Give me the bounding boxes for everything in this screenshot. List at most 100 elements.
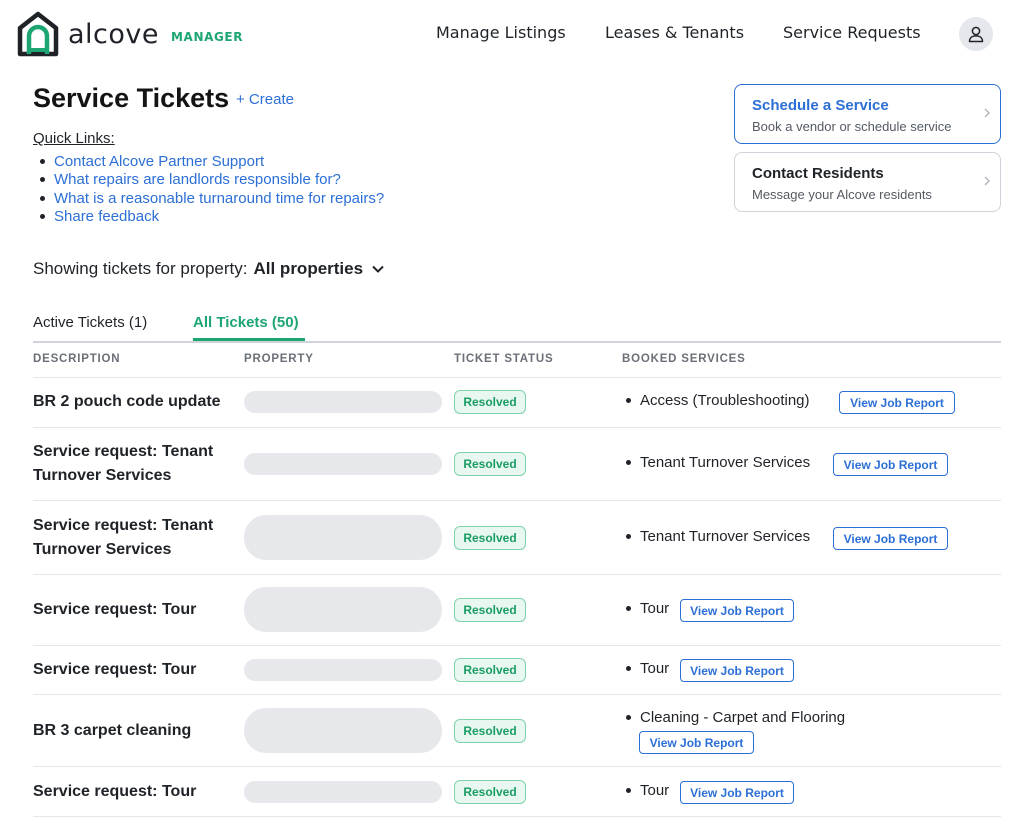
contact-residents-subtitle: Message your Alcove residents xyxy=(752,187,932,202)
property-filter-dropdown[interactable]: Showing tickets for property: All proper… xyxy=(33,259,385,279)
quick-links-list: Contact Alcove Partner Support What repa… xyxy=(40,152,384,226)
house-logo-icon xyxy=(17,11,59,57)
booked-service-label: Tour xyxy=(640,782,670,799)
bullet-icon xyxy=(626,666,631,671)
ticket-description[interactable]: Service request: Tour xyxy=(33,780,233,804)
bullet-icon xyxy=(40,177,45,183)
row-divider xyxy=(33,427,1001,428)
quick-link-item: Share feedback xyxy=(40,208,384,227)
nav-service-requests[interactable]: Service Requests xyxy=(783,23,921,42)
bullet-icon xyxy=(626,534,631,539)
bullet-icon xyxy=(626,715,631,720)
status-badge: Resolved xyxy=(454,780,526,804)
ticket-description[interactable]: BR 2 pouch code update xyxy=(33,390,233,414)
booked-service-label: Cleaning - Carpet and Flooring xyxy=(640,709,846,726)
quick-link-share-feedback[interactable]: Share feedback xyxy=(54,208,159,225)
status-badge: Resolved xyxy=(454,658,526,682)
quick-link-item: What is a reasonable turnaround time for… xyxy=(40,189,384,208)
view-job-report-button[interactable]: View Job Report xyxy=(839,391,955,414)
status-badge: Resolved xyxy=(454,598,526,622)
status-badge: Resolved xyxy=(454,719,526,743)
column-header-ticket-status: TICKET STATUS xyxy=(454,353,554,365)
booked-service: Cleaning - Carpet and Flooring xyxy=(626,709,845,726)
booked-service-label: Tour xyxy=(640,660,670,677)
booked-service-label: Tenant Turnover Services xyxy=(640,454,811,471)
bullet-icon xyxy=(626,398,631,403)
chevron-right-icon xyxy=(984,108,990,118)
view-job-report-button[interactable]: View Job Report xyxy=(680,599,794,622)
nav-leases-tenants[interactable]: Leases & Tenants xyxy=(605,23,744,42)
schedule-service-subtitle: Book a vendor or schedule service xyxy=(752,119,952,134)
property-placeholder xyxy=(244,708,442,753)
booked-service-label: Tour xyxy=(640,600,670,617)
logo-manager-label: MANAGER xyxy=(171,29,244,44)
top-header: alcove MANAGER Manage Listings Leases & … xyxy=(0,0,1035,70)
booked-service: Access (Troubleshooting) xyxy=(626,392,810,409)
user-icon xyxy=(968,26,984,43)
booked-service: Tour xyxy=(626,660,669,677)
property-placeholder xyxy=(244,587,442,632)
tab-all-tickets[interactable]: All Tickets (50) xyxy=(193,314,299,331)
alcove-logo[interactable]: alcove MANAGER xyxy=(16,10,243,58)
tabs-divider xyxy=(33,341,1001,343)
property-placeholder xyxy=(244,453,442,475)
quick-link-item: What repairs are landlords responsible f… xyxy=(40,171,384,190)
booked-service-label: Access (Troubleshooting) xyxy=(640,392,810,409)
booked-service: Tour xyxy=(626,782,669,799)
row-divider xyxy=(33,694,1001,695)
bullet-icon xyxy=(40,214,45,220)
schedule-service-title: Schedule a Service xyxy=(752,97,889,114)
chevron-down-icon xyxy=(372,265,384,273)
property-placeholder xyxy=(244,391,442,413)
row-divider xyxy=(33,645,1001,646)
column-header-description: DESCRIPTION xyxy=(33,353,121,365)
header-divider xyxy=(33,377,1001,378)
active-tab-indicator xyxy=(193,338,305,341)
property-placeholder xyxy=(244,659,442,681)
quick-link-landlord-repairs[interactable]: What repairs are landlords responsible f… xyxy=(54,171,341,188)
ticket-description[interactable]: Service request: Tour xyxy=(33,658,233,682)
column-header-property: PROPERTY xyxy=(244,353,314,365)
chevron-right-icon xyxy=(984,176,990,186)
tab-active-tickets[interactable]: Active Tickets (1) xyxy=(33,314,147,331)
row-divider xyxy=(33,500,1001,501)
quick-link-turnaround-time[interactable]: What is a reasonable turnaround time for… xyxy=(54,190,384,207)
view-job-report-button[interactable]: View Job Report xyxy=(680,659,794,682)
view-job-report-button[interactable]: View Job Report xyxy=(680,781,794,804)
property-placeholder xyxy=(244,781,442,803)
property-filter-value: All properties xyxy=(253,259,364,278)
row-divider xyxy=(33,766,1001,767)
contact-residents-card[interactable]: Contact Residents Message your Alcove re… xyxy=(734,152,1001,212)
bullet-icon xyxy=(40,158,45,164)
ticket-description[interactable]: Service request: Tenant Turnover Service… xyxy=(33,514,233,562)
nav-manage-listings[interactable]: Manage Listings xyxy=(436,23,566,42)
ticket-description[interactable]: BR 3 carpet cleaning xyxy=(33,719,233,743)
view-job-report-button[interactable]: View Job Report xyxy=(833,527,948,550)
bullet-icon xyxy=(626,460,631,465)
view-job-report-button[interactable]: View Job Report xyxy=(639,731,754,754)
contact-residents-title: Contact Residents xyxy=(752,165,884,182)
booked-service: Tour xyxy=(626,600,669,617)
property-filter-label: Showing tickets for property: xyxy=(33,259,248,278)
quick-links-title: Quick Links: xyxy=(33,130,115,147)
avatar[interactable] xyxy=(959,17,993,51)
ticket-description[interactable]: Service request: Tour xyxy=(33,598,233,622)
page-title: Service Tickets xyxy=(33,83,230,113)
ticket-description[interactable]: Service request: Tenant Turnover Service… xyxy=(33,440,233,488)
create-ticket-link[interactable]: + Create xyxy=(236,91,294,108)
schedule-service-card[interactable]: Schedule a Service Book a vendor or sche… xyxy=(734,84,1001,144)
bullet-icon xyxy=(626,606,631,611)
bullet-icon xyxy=(40,195,45,201)
property-placeholder xyxy=(244,515,442,560)
status-badge: Resolved xyxy=(454,452,526,476)
row-divider xyxy=(33,574,1001,575)
bullet-icon xyxy=(626,788,631,793)
booked-service: Tenant Turnover Services xyxy=(626,528,810,545)
view-job-report-button[interactable]: View Job Report xyxy=(833,453,948,476)
quick-link-item: Contact Alcove Partner Support xyxy=(40,152,384,171)
status-badge: Resolved xyxy=(454,526,526,550)
quick-link-partner-support[interactable]: Contact Alcove Partner Support xyxy=(54,153,264,170)
column-header-booked-services: BOOKED SERVICES xyxy=(622,353,746,365)
logo-wordmark: alcove xyxy=(68,18,160,50)
booked-service-label: Tenant Turnover Services xyxy=(640,528,811,545)
